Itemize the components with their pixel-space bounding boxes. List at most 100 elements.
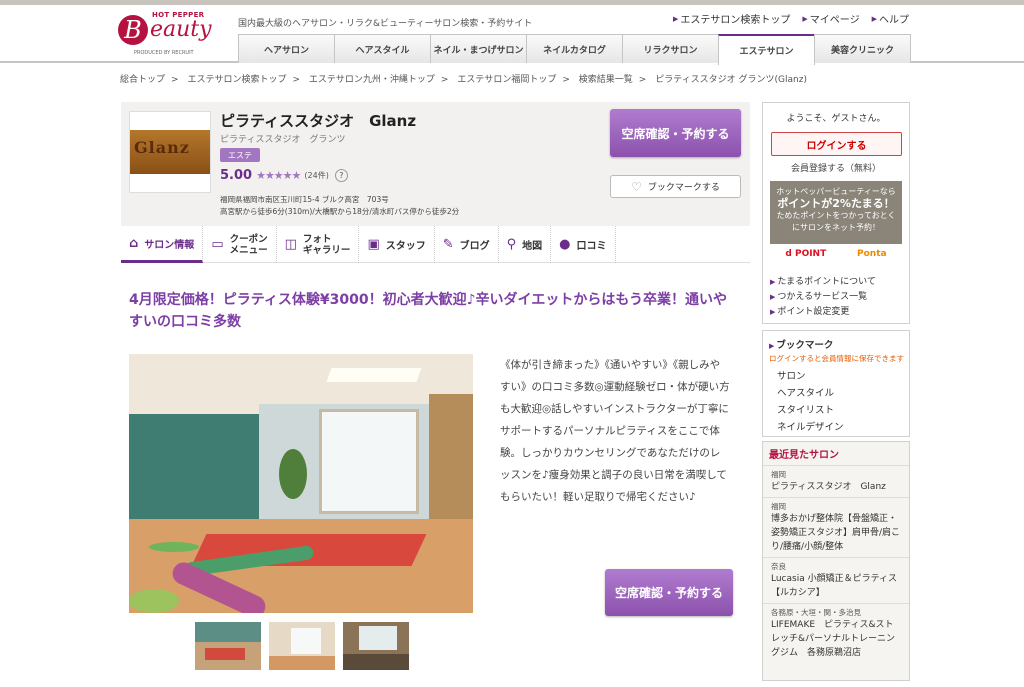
subnav-photo-gallery[interactable]: ◫ フォト ギャラリー — [277, 226, 360, 263]
gnav-tab-hair-salon[interactable]: ヘアサロン — [238, 34, 335, 63]
subnav-salon-info[interactable]: ⌂ サロン情報 — [121, 226, 204, 263]
recent-salon-item[interactable]: 奈良 Lucasia 小顔矯正＆ピラティス【ルカシア】 — [763, 557, 909, 603]
recent-area: 福岡 — [771, 502, 786, 511]
shop-kana: ピラティススタジオ グランツ — [220, 135, 346, 145]
triangle-icon: ▶ — [802, 14, 808, 23]
welcome-text: ようこそ、ゲストさん。 — [786, 114, 886, 124]
bookmark-box: ▶ ブックマーク ログインすると会員情報に保存できます サロン ヘアスタイル スタ… — [762, 330, 910, 437]
login-button[interactable]: ログインする — [771, 132, 902, 156]
recent-area: 福岡 — [771, 470, 786, 479]
breadcrumb-current: ピラティススタジオ グランツ(Glanz) — [655, 75, 807, 85]
recent-name: 博多おかげ整体院【骨盤矯正・姿勢矯正スタジオ】肩甲骨/肩こり/腰痛/小顔/整体 — [771, 514, 901, 552]
subnav-label: ブログ — [459, 241, 490, 252]
coupon-icon: ▭ — [211, 237, 224, 252]
subnav-label: ギャラリー — [302, 244, 351, 256]
header-link-help[interactable]: ▶ ヘルプ — [871, 11, 909, 27]
point-link[interactable]: ▶ つかえるサービス一覧 — [770, 290, 876, 305]
recent-area: 各務原・大垣・関・多治見 — [771, 608, 861, 617]
subnav-label: メニュー — [229, 244, 268, 256]
triangle-icon: ▶ — [871, 14, 877, 23]
gnav-tab-nail-eyelash[interactable]: ネイル・まつげサロン — [430, 34, 527, 63]
sidebar: ようこそ、ゲストさん。 ログインする 会員登録する（無料） ホットペッパービュー… — [762, 102, 910, 681]
global-nav: ヘアサロン ヘアスタイル ネイル・まつげサロン ネイルカタログ リラクサロン エ… — [238, 34, 911, 65]
subnav-label: 地図 — [522, 241, 543, 252]
subnav-coupon-menu[interactable]: ▭ クーポン メニュー — [203, 226, 277, 263]
recent-salon-item[interactable]: 各務原・大垣・関・多治見 LIFEMAKE ピラティス&ストレッチ&パーソナルト… — [763, 603, 909, 663]
gnav-tab-nail-catalog[interactable]: ネイルカタログ — [526, 34, 623, 63]
bookmark-button[interactable]: ♡ ブックマークする — [610, 175, 741, 198]
site-tagline: 国内最大級のヘアサロン・リラク&ビューティーサロン検索・予約サイト — [238, 19, 533, 29]
header-links: ▶ エステサロン検索トップ ▶ マイページ ▶ ヘルプ — [673, 11, 909, 27]
house-icon: ⌂ — [129, 235, 139, 251]
register-link[interactable]: 会員登録する（無料） — [763, 161, 909, 174]
gnav-tab-hair-style[interactable]: ヘアスタイル — [334, 34, 431, 63]
breadcrumb-item[interactable]: 総合トップ — [120, 75, 165, 85]
recent-name: LIFEMAKE ピラティス&ストレッチ&パーソナルトレーニングジム 各務原鵜沼… — [771, 620, 896, 658]
subnav-staff[interactable]: ▣ スタッフ — [359, 226, 435, 263]
subnav-label: 口コミ — [576, 241, 607, 252]
triangle-icon: ▶ — [770, 278, 776, 286]
bookmark-link-salon[interactable]: サロン — [769, 368, 903, 385]
bookmark-title[interactable]: ▶ ブックマーク — [769, 337, 903, 351]
breadcrumb-item[interactable]: エステサロン検索トップ — [187, 75, 286, 85]
shop-header: Glanz ピラティススタジオ Glanz ピラティススタジオ グランツ エステ… — [121, 102, 750, 226]
subnav-blog[interactable]: ✎ ブログ — [435, 226, 499, 263]
photo-thumbnail[interactable] — [343, 622, 409, 670]
category-badge: エステ — [220, 148, 260, 162]
salon-description: 《体が引き締まった》《通いやすい》《親しみやすい》の口コミ多数◎運動経験ゼロ・体… — [500, 359, 730, 503]
star-icon: ★★★★★ — [256, 169, 301, 182]
reserve-button-secondary[interactable]: 空席確認・予約する — [605, 569, 733, 616]
bookmark-link-hairstyle[interactable]: ヘアスタイル — [769, 385, 903, 402]
recent-salons-box: 最近見たサロン 福岡 ピラティススタジオ Glanz 福岡 博多おかげ整体院【骨… — [762, 441, 910, 681]
breadcrumb-item[interactable]: 検索結果一覧 — [579, 75, 633, 85]
header-link-mypage[interactable]: ▶ マイページ — [802, 11, 859, 27]
ponta-logo: Ponta — [857, 249, 887, 259]
heart-icon: ♡ — [631, 179, 642, 194]
shop-subnav: ⌂ サロン情報 ▭ クーポン メニュー ◫ フォト ギャラリー ▣ スタッフ ✎ ブ… — [121, 226, 750, 263]
photo-thumbnail[interactable] — [195, 622, 261, 670]
recent-title: 最近見たサロン — [769, 450, 839, 461]
hotpepper-beauty-logo[interactable]: HOT PEPPER B eauty PRODUCED BY RECRUIT — [118, 11, 218, 59]
subnav-reviews[interactable]: ● 口コミ — [551, 226, 616, 263]
point-link[interactable]: ▶ たまるポイントについて — [770, 275, 876, 290]
photo-thumbnails — [195, 622, 409, 670]
shop-name: ピラティススタジオ Glanz — [220, 112, 417, 130]
recent-salon-item[interactable]: 福岡 博多おかげ整体院【骨盤矯正・姿勢矯正スタジオ】肩甲骨/肩こり/腰痛/小顔/… — [763, 497, 909, 557]
point-promo-banner[interactable]: ホットペッパービューティーなら ポイントが2%たまる！ ためたポイントをつかって… — [770, 181, 902, 244]
gnav-tab-esthe[interactable]: エステサロン — [718, 34, 815, 65]
photo-thumbnail[interactable] — [269, 622, 335, 670]
help-icon[interactable]: ? — [334, 169, 348, 182]
reserve-button[interactable]: 空席確認・予約する — [610, 109, 741, 157]
bookmark-link-nail[interactable]: ネイルデザイン — [769, 419, 903, 436]
subnav-label: フォト — [302, 233, 332, 245]
bookmark-warning: ログインすると会員情報に保存できます — [769, 354, 904, 363]
gnav-tab-relax[interactable]: リラクサロン — [622, 34, 719, 63]
header-link-esthe-top[interactable]: ▶ エステサロン検索トップ — [673, 11, 790, 27]
shop-thumbnail-logo: Glanz — [134, 138, 190, 157]
breadcrumb: 総合トップ > エステサロン検索トップ > エステサロン九州・沖縄トップ > エステサ… — [120, 75, 807, 85]
recent-name: Lucasia 小顔矯正＆ピラティス【ルカシア】 — [771, 574, 898, 598]
subnav-label: クーポン — [229, 233, 268, 245]
breadcrumb-item[interactable]: エステサロン九州・沖縄トップ — [309, 75, 435, 85]
subnav-label: スタッフ — [385, 241, 426, 252]
breadcrumb-item[interactable]: エステサロン福岡トップ — [457, 75, 556, 85]
gnav-tab-clinic[interactable]: 美容クリニック — [814, 34, 911, 63]
shop-access: 高宮駅から徒歩6分(310m)/大橋駅から18分/清水町バス停から徒歩2分 — [220, 207, 460, 216]
staff-icon: ▣ — [367, 237, 380, 252]
dpoint-logo: d POINT — [785, 249, 827, 259]
pencil-icon: ✎ — [442, 237, 454, 252]
review-count[interactable]: (24件) — [304, 170, 328, 181]
recent-salon-item[interactable]: 福岡 ピラティススタジオ Glanz — [763, 465, 909, 497]
point-link[interactable]: ▶ ポイント設定変更 — [770, 305, 876, 320]
triangle-icon: ▶ — [769, 342, 775, 350]
main-salon-photo[interactable] — [129, 354, 473, 613]
point-links: ▶ たまるポイントについて ▶ つかえるサービス一覧 ▶ ポイント設定変更 — [770, 275, 876, 320]
subnav-map[interactable]: ⚲ 地図 — [499, 226, 552, 263]
triangle-icon: ▶ — [770, 293, 776, 301]
photo-icon: ◫ — [284, 237, 297, 252]
subnav-label: サロン情報 — [144, 239, 195, 251]
bookmark-link-stylist[interactable]: スタイリスト — [769, 402, 903, 419]
logo-wordmark: eauty — [150, 17, 212, 42]
recent-name: ピラティススタジオ Glanz — [771, 482, 886, 492]
logo-b-mark: B — [118, 15, 148, 45]
